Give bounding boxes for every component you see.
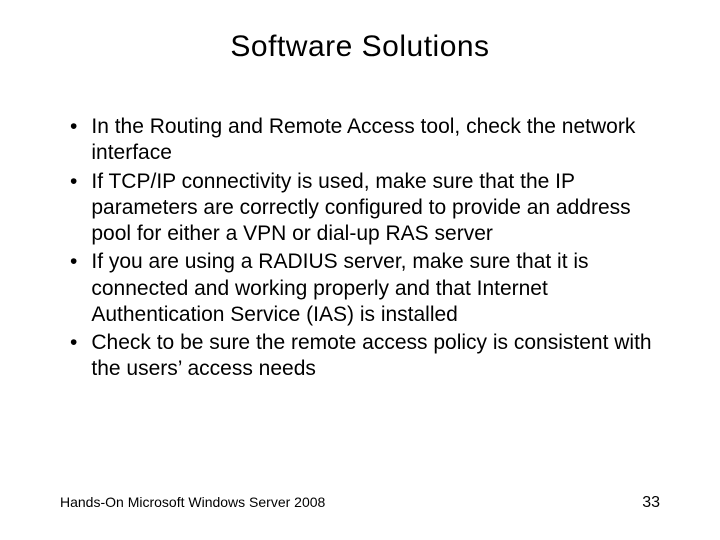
bullet-list: • In the Routing and Remote Access tool,… <box>60 114 660 383</box>
list-item: • Check to be sure the remote access pol… <box>70 330 660 383</box>
bullet-icon: • <box>70 330 77 356</box>
footer-text-left: Hands-On Microsoft Windows Server 2008 <box>60 494 325 510</box>
slide: Software Solutions • In the Routing and … <box>0 0 720 540</box>
list-item-text: If TCP/IP connectivity is used, make sur… <box>91 169 660 248</box>
bullet-icon: • <box>70 114 77 140</box>
list-item: • In the Routing and Remote Access tool,… <box>70 114 660 167</box>
bullet-icon: • <box>70 169 77 195</box>
list-item-text: Check to be sure the remote access polic… <box>91 330 660 383</box>
footer: Hands-On Microsoft Windows Server 2008 3… <box>60 494 660 512</box>
list-item-text: If you are using a RADIUS server, make s… <box>91 249 660 328</box>
bullet-icon: • <box>70 249 77 275</box>
list-item-text: In the Routing and Remote Access tool, c… <box>91 114 660 167</box>
list-item: • If you are using a RADIUS server, make… <box>70 249 660 328</box>
page-number: 33 <box>642 494 660 512</box>
list-item: • If TCP/IP connectivity is used, make s… <box>70 169 660 248</box>
slide-title: Software Solutions <box>60 30 660 64</box>
